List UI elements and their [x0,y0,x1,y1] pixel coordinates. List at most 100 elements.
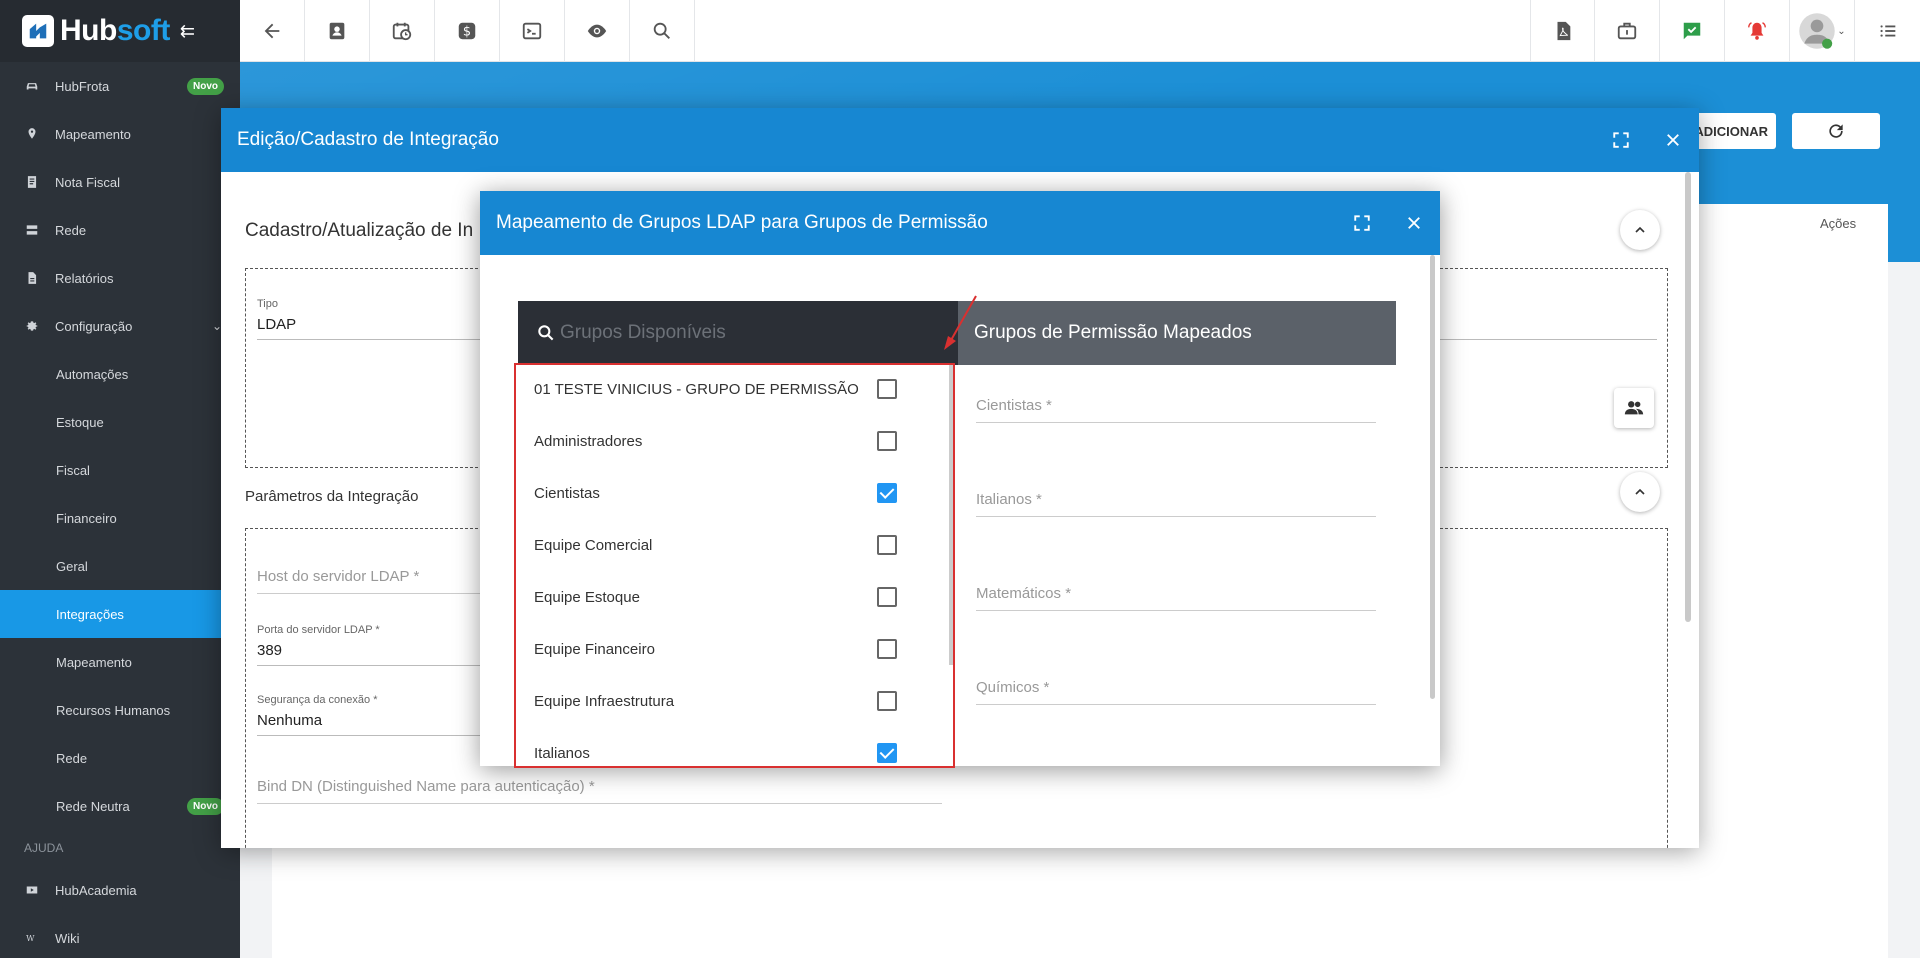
fullscreen-icon [1354,215,1370,231]
car-icon [24,78,40,94]
group-list-item[interactable]: Equipe Estoque [514,571,954,623]
mapped-group-field-matematicos[interactable]: Matemáticos * [976,585,1376,611]
list-icon [1879,25,1895,37]
group-checkbox[interactable] [877,535,897,555]
mapped-group-field-quimicos[interactable]: Químicos * [976,679,1376,705]
group-checkbox[interactable] [877,379,897,399]
modal-scrollbar[interactable] [1685,172,1691,622]
group-label: Equipe Infraestrutura [534,692,675,710]
alerts-button[interactable] [1725,0,1790,62]
briefcase-icon [1617,22,1637,40]
messages-button[interactable] [1660,0,1725,62]
youtube-icon [24,882,40,898]
view-button[interactable] [565,0,630,62]
people-icon [1624,401,1644,415]
sidebar-subitem-mapeamento[interactable]: Mapeamento [0,638,240,686]
calendar-clock-icon [392,22,412,41]
sidebar-item-label: Rede Neutra [56,798,130,814]
list-menu-button[interactable] [1855,0,1920,62]
group-list-item[interactable]: Cientistas [514,467,954,519]
group-checkbox[interactable] [877,691,897,711]
sidebar-item-label: Wiki [55,930,80,946]
pdf-button[interactable] [1530,0,1595,62]
group-list-item[interactable]: Italianos [514,727,954,766]
groups-list-scrollbar[interactable] [949,365,953,665]
sidebar-item-relatorios[interactable]: Relatórios [0,254,240,302]
modal-scrollbar[interactable] [1430,255,1435,699]
schedule-button[interactable] [370,0,435,62]
sidebar-subitem-geral[interactable]: Geral [0,542,240,590]
close-button[interactable] [1388,214,1440,232]
help-section-label: AJUDA [24,841,64,855]
ldap-group-mapping-modal: Mapeamento de Grupos LDAP para Grupos de… [480,191,1440,766]
tasks-button[interactable] [1595,0,1660,62]
collapse-menu-icon[interactable]: ⇇ [180,21,195,42]
group-label: Administradores [534,432,643,450]
group-label: Equipe Financeiro [534,640,655,658]
terminal-button[interactable] [500,0,565,62]
sidebar-subitem-financeiro[interactable]: Financeiro [0,494,240,542]
group-mapping-button[interactable] [1614,388,1654,428]
group-checkbox[interactable] [877,743,897,763]
group-checkbox[interactable] [877,587,897,607]
modal-header: Mapeamento de Grupos LDAP para Grupos de… [480,191,1440,255]
sidebar-subitem-fiscal[interactable]: Fiscal [0,446,240,494]
group-list-item[interactable]: Equipe Financeiro [514,623,954,675]
gear-icon [24,318,40,334]
refresh-icon [1829,124,1843,138]
chevron-up-icon [1635,488,1645,495]
collapse-params-button[interactable] [1620,472,1660,512]
sidebar-subitem-automacoes[interactable]: Automações [0,350,240,398]
contacts-button[interactable] [305,0,370,62]
group-label: 01 TESTE VINICIUS - GRUPO DE PERMISSÃO [534,380,859,398]
available-groups-search-input[interactable] [560,322,940,344]
sidebar-item-label: Fiscal [56,462,90,478]
sidebar-item-label: Estoque [56,414,104,430]
group-checkbox[interactable] [877,639,897,659]
modal-title: Edição/Cadastro de Integração [237,129,499,150]
mapped-group-field-cientistas[interactable]: Cientistas * [976,397,1376,423]
receipt-icon [24,174,40,190]
logo-bar: Hubsoft ⇇ [0,0,240,62]
bind-dn-field[interactable]: Bind DN (Distinguished Name para autenti… [257,778,942,804]
server-icon [24,222,40,238]
sidebar-item-mapeamento[interactable]: Mapeamento [0,110,240,158]
available-groups-header [518,301,958,365]
close-icon [1667,134,1679,146]
back-button[interactable] [240,0,305,62]
sidebar-subitem-integracoes[interactable]: Integrações [0,590,240,638]
group-list-item[interactable]: Equipe Infraestrutura [514,675,954,727]
user-menu-button[interactable]: ⌄ [1790,0,1855,62]
dollar-icon: $ [458,22,476,40]
sidebar-item-hubfrota[interactable]: HubFrota Novo [0,62,240,110]
close-button[interactable] [1647,131,1699,149]
fullscreen-button[interactable] [1336,214,1388,232]
group-checkbox[interactable] [877,431,897,451]
group-checkbox[interactable] [877,483,897,503]
group-list-item[interactable]: Administradores [514,415,954,467]
svg-text:$: $ [463,25,471,40]
group-list-item[interactable]: Equipe Comercial [514,519,954,571]
sidebar-item-rede[interactable]: Rede [0,206,240,254]
sidebar-subitem-recursos-humanos[interactable]: Recursos Humanos [0,686,240,734]
svg-text:W: W [26,933,35,943]
sidebar-item-wiki[interactable]: W Wiki [0,914,240,958]
group-list-item[interactable]: 01 TESTE VINICIUS - GRUPO DE PERMISSÃO [514,363,954,415]
sidebar-item-label: Nota Fiscal [55,174,121,190]
sidebar-item-hubacademia[interactable]: HubAcademia [0,866,240,914]
finance-button[interactable]: $ [435,0,500,62]
hubsoft-logo-icon [22,15,54,47]
sidebar-item-label: HubAcademia [55,882,137,898]
sidebar-item-label: Relatórios [55,270,114,286]
refresh-button[interactable] [1792,113,1880,149]
collapse-section-button[interactable] [1620,210,1660,250]
sidebar-subitem-rede[interactable]: Rede [0,734,240,782]
sidebar-item-nota-fiscal[interactable]: Nota Fiscal [0,158,240,206]
sidebar-subitem-rede-neutra[interactable]: Rede Neutra Novo [0,782,240,830]
group-label: Equipe Estoque [534,588,640,606]
fullscreen-button[interactable] [1595,131,1647,149]
search-button[interactable] [630,0,695,62]
sidebar-item-configuracao[interactable]: Configuração ⌄ [0,302,240,350]
sidebar-subitem-estoque[interactable]: Estoque [0,398,240,446]
mapped-group-field-italianos[interactable]: Italianos * [976,491,1376,517]
